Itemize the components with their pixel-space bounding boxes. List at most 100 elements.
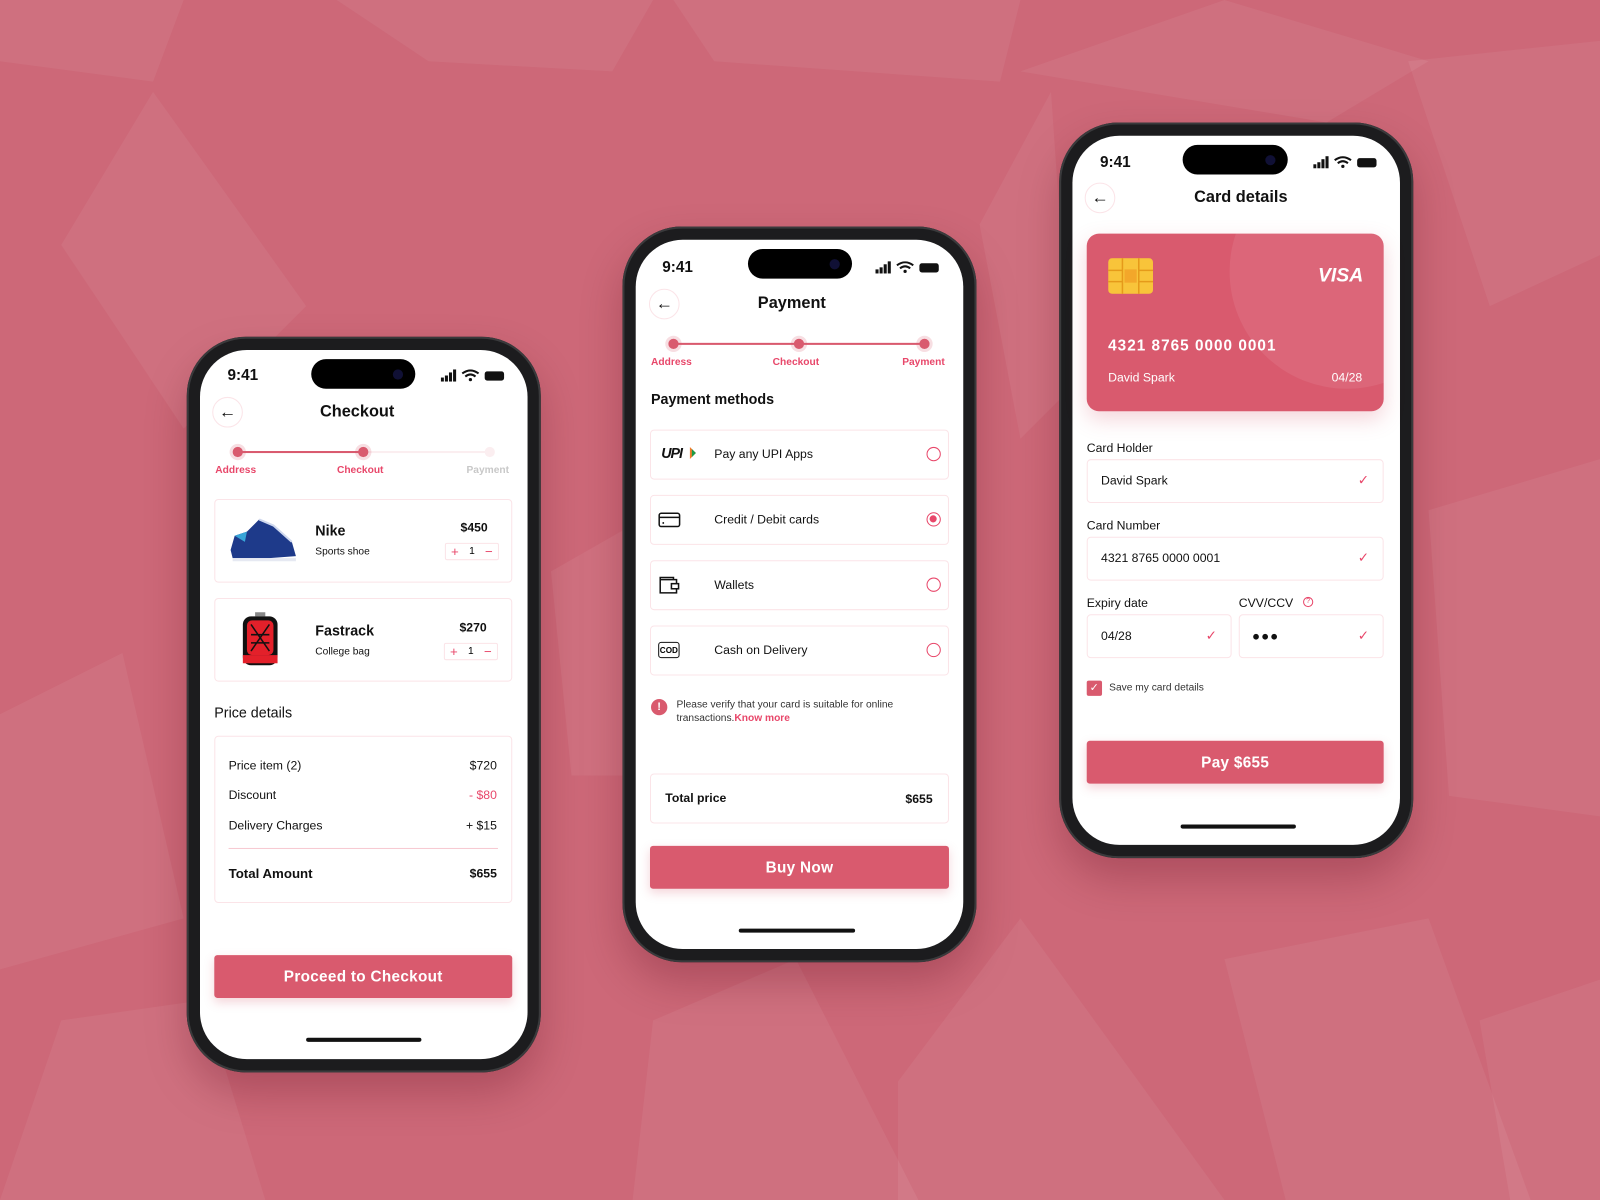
payment-methods-heading: Payment methods — [651, 390, 775, 408]
step-label-address: Address — [651, 356, 692, 368]
price-row-value: $720 — [469, 758, 497, 773]
card-expiry-display: 04/28 — [1331, 370, 1363, 385]
check-icon: ✓ — [1357, 549, 1369, 566]
plus-icon[interactable]: + — [451, 544, 459, 559]
radio-wallet[interactable] — [926, 577, 941, 592]
notice-text: Please verify that your card is suitable… — [676, 699, 894, 711]
cvv-label: CVV/CCV — [1238, 595, 1294, 611]
status-icons — [875, 261, 939, 274]
cod-icon: COD — [658, 641, 680, 659]
back-button[interactable]: ← — [212, 396, 243, 428]
buy-now-button[interactable]: Buy Now — [649, 845, 949, 889]
wifi-icon — [461, 369, 480, 378]
minus-icon[interactable]: − — [485, 544, 493, 559]
check-icon: ✓ — [1357, 627, 1369, 643]
card-number-label: Card Number — [1086, 518, 1161, 533]
signal-icon — [440, 369, 457, 382]
battery-icon — [484, 371, 505, 381]
expiry-label: Expiry date — [1086, 595, 1148, 611]
stepper-line-done — [237, 451, 364, 454]
visa-logo: VISA — [1317, 265, 1364, 287]
item-subtitle: College bag — [315, 646, 370, 658]
back-button[interactable]: ← — [648, 288, 680, 320]
alert-icon: ! — [651, 698, 668, 716]
item-name: Nike — [315, 522, 346, 539]
check-icon: ✓ — [1357, 472, 1369, 488]
wifi-icon — [1334, 156, 1352, 165]
item-price: $270 — [459, 620, 487, 635]
status-time: 9:41 — [1099, 153, 1131, 171]
total-label: Total Amount — [228, 865, 313, 882]
wifi-icon — [896, 261, 914, 270]
page-title: Payment — [757, 294, 826, 313]
item-subtitle: Sports shoe — [315, 546, 370, 558]
quantity-stepper: +1− — [444, 542, 499, 561]
radio-cod[interactable] — [926, 642, 941, 658]
dynamic-island — [1182, 144, 1288, 175]
step-label-payment: Payment — [902, 356, 945, 368]
status-icons — [1313, 156, 1377, 169]
item-name: Fastrack — [315, 622, 375, 639]
status-time: 9:41 — [662, 258, 693, 277]
step-dot-address — [668, 338, 679, 349]
step-dot-payment — [919, 338, 930, 349]
step-dot-checkout — [358, 446, 369, 458]
battery-icon — [919, 263, 939, 273]
divider — [228, 847, 498, 849]
quantity-stepper: +1− — [443, 642, 498, 661]
total-value: $655 — [905, 791, 933, 807]
arrow-left-icon: ← — [218, 402, 237, 422]
card-decoration — [1229, 233, 1384, 389]
home-indicator[interactable] — [1180, 824, 1296, 829]
plus-icon[interactable]: + — [450, 644, 458, 659]
payment-option-wallet[interactable] — [649, 560, 949, 611]
step-label-checkout: Checkout — [336, 464, 384, 477]
status-time: 9:41 — [227, 366, 259, 385]
step-dot-payment — [484, 446, 495, 458]
notice-text-end: transactions. — [676, 712, 735, 724]
save-card-checkbox[interactable]: ✓ — [1086, 680, 1103, 696]
home-indicator[interactable] — [306, 1037, 422, 1042]
back-button[interactable]: ← — [1084, 182, 1116, 214]
price-row-label: Discount — [228, 787, 277, 803]
card-number-value: 4321 8765 0000 0001 — [1101, 551, 1221, 566]
quantity-value: 1 — [469, 545, 475, 558]
expiry-value: 04/28 — [1101, 628, 1132, 643]
know-more-link[interactable]: Know more — [734, 713, 790, 724]
page-title: Card details — [1194, 188, 1288, 207]
total-label: Total price — [665, 790, 727, 806]
step-dot-address — [232, 446, 243, 458]
chip-icon — [1108, 258, 1154, 294]
notice-text-line2: transactions.Know more — [677, 713, 790, 724]
cvv-value: ●●● — [1252, 628, 1280, 644]
battery-icon — [1357, 158, 1377, 168]
total-value: $655 — [469, 866, 497, 881]
arrow-left-icon: ← — [655, 293, 673, 314]
arrow-left-icon: ← — [1091, 187, 1109, 208]
payment-option-label: Wallets — [714, 577, 754, 592]
stepper-line-pending — [363, 451, 490, 454]
step-label-address: Address — [215, 464, 257, 477]
minus-icon[interactable]: − — [484, 644, 492, 659]
home-indicator[interactable] — [738, 928, 856, 933]
radio-card[interactable] — [926, 512, 941, 527]
step-label-checkout: Checkout — [772, 356, 820, 368]
card-holder-display: David Spark — [1108, 370, 1175, 385]
save-card-label: Save my card details — [1109, 682, 1204, 694]
card-number-display: 4321 8765 0000 0001 — [1108, 337, 1277, 355]
help-icon[interactable]: ? — [1303, 596, 1314, 608]
pay-button[interactable]: Pay $655 — [1086, 740, 1384, 784]
shoe-image — [230, 518, 296, 562]
card-holder-value: David Spark — [1101, 473, 1168, 488]
proceed-to-checkout-button[interactable]: Proceed to Checkout — [214, 955, 513, 998]
backpack-image — [242, 612, 278, 666]
upi-arrow-icon — [689, 446, 696, 460]
step-label-payment: Payment — [466, 464, 510, 477]
discount-value: - $80 — [469, 787, 497, 803]
signal-icon — [1313, 156, 1329, 169]
radio-upi[interactable] — [926, 446, 941, 462]
signal-icon — [875, 261, 891, 274]
quantity-value: 1 — [468, 645, 474, 658]
card-holder-label: Card Holder — [1086, 440, 1153, 456]
upi-logo: UPI — [661, 444, 683, 462]
